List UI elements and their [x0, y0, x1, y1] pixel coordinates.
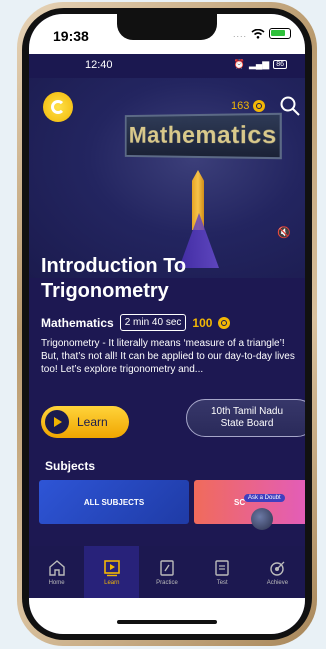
- nav-label: Home: [48, 579, 65, 586]
- lesson-description: Trigonometry - It literally means ‘measu…: [41, 338, 295, 375]
- app-status-icons: ⏰ ▂▄▆ 86: [234, 59, 287, 70]
- ios-status-icons: ....: [233, 28, 291, 39]
- board-selector-button[interactable]: 10th Tamil Nadu State Board: [186, 399, 305, 437]
- chalkboard: Mathematics: [124, 112, 282, 160]
- app-time: 12:40: [85, 59, 113, 71]
- home-indicator-area: [29, 598, 305, 634]
- nav-label: Test: [216, 579, 228, 586]
- nav-test[interactable]: Test: [195, 546, 250, 598]
- lesson-title: Introduction To Trigonometry: [41, 255, 187, 302]
- points-value: 100: [192, 315, 213, 330]
- doubt-robot-icon[interactable]: [251, 508, 273, 530]
- signal-icon: ▂▄▆: [248, 59, 270, 69]
- learn-button[interactable]: Learn: [41, 406, 129, 438]
- nav-label: Learn: [104, 579, 120, 586]
- nav-achieve[interactable]: Achieve: [250, 546, 305, 598]
- notch: [117, 14, 217, 40]
- nav-label: Achieve: [266, 579, 289, 586]
- signal-dots: ....: [232, 28, 247, 39]
- bottom-nav: Home Learn Practice Test Achieve: [29, 546, 305, 598]
- wifi-icon: [251, 28, 265, 39]
- app-status-bar: 12:40 ⏰ ▂▄▆ 86: [29, 54, 305, 78]
- subject-name: Mathematics: [41, 315, 114, 330]
- home-icon: [48, 559, 65, 576]
- ios-status-bar: 19:38 ....: [29, 14, 305, 54]
- board-label: 10th Tamil Nadu State Board: [210, 406, 284, 429]
- swirl-logo-icon[interactable]: [43, 92, 73, 122]
- stage: 19:38 .... 12:40 ⏰ ▂▄▆ 86 Mathematics 16…: [0, 0, 326, 649]
- learn-icon: [103, 559, 120, 576]
- ios-time: 19:38: [53, 28, 89, 44]
- mute-icon[interactable]: 🔇: [277, 226, 291, 240]
- nav-home[interactable]: Home: [29, 546, 84, 598]
- search-icon[interactable]: [279, 95, 301, 117]
- learn-label: Learn: [77, 415, 108, 429]
- play-icon: [45, 410, 69, 434]
- coin-icon: [218, 316, 231, 329]
- coin-icon: [253, 100, 266, 112]
- subjects-heading: Subjects: [45, 459, 96, 473]
- ask-doubt-bubble[interactable]: Ask a Doubt: [244, 494, 285, 502]
- coin-count: 163: [231, 100, 250, 112]
- phone-screen: 19:38 .... 12:40 ⏰ ▂▄▆ 86 Mathematics 16…: [29, 14, 305, 634]
- practice-icon: [160, 559, 174, 576]
- board-title: Mathematics: [128, 121, 277, 150]
- nav-learn[interactable]: Learn: [84, 546, 140, 598]
- nav-practice[interactable]: Practice: [139, 546, 194, 598]
- lesson-meta: Mathematics 2 min 40 sec 100: [41, 314, 231, 331]
- nav-label: Practice: [156, 579, 178, 586]
- subject-card-all[interactable]: ALL SUBJECTS: [39, 480, 189, 524]
- hero-banner[interactable]: Mathematics 163 🔇: [29, 78, 305, 278]
- app-battery: 86: [273, 60, 287, 69]
- subject-card-science[interactable]: SC: [194, 480, 305, 524]
- coin-balance[interactable]: 163: [231, 100, 266, 112]
- achieve-icon: [270, 561, 285, 576]
- alarm-icon: ⏰: [233, 59, 245, 69]
- home-indicator[interactable]: [117, 620, 217, 624]
- duration-badge: 2 min 40 sec: [119, 314, 187, 331]
- subject-card-label: ALL SUBJECTS: [83, 497, 145, 507]
- test-icon: [215, 559, 229, 576]
- battery-icon: [269, 28, 291, 39]
